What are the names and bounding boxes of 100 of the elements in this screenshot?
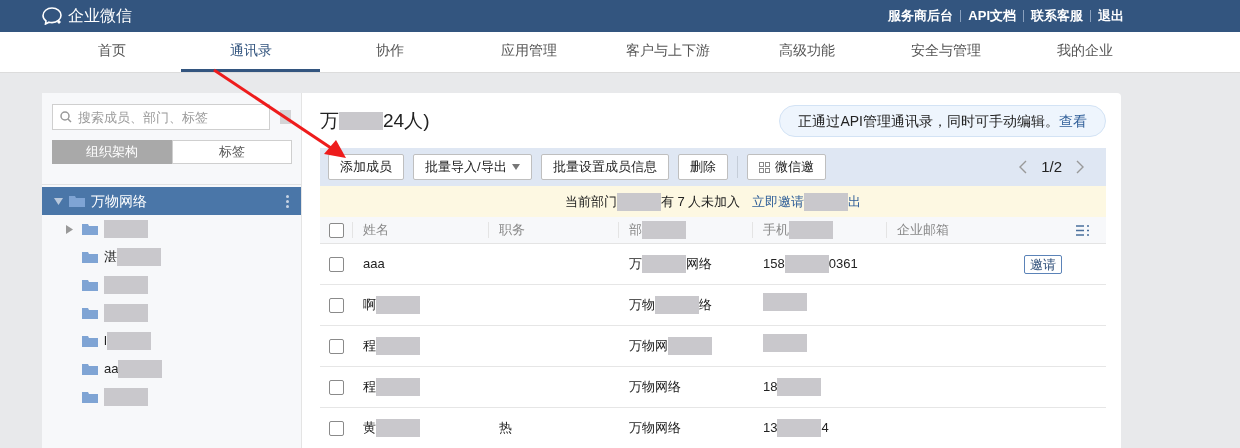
redaction-block — [668, 337, 712, 355]
redaction-block — [280, 110, 291, 124]
checkbox[interactable] — [328, 338, 344, 354]
folder-icon — [82, 251, 98, 263]
redaction-block — [376, 337, 420, 355]
checkbox[interactable] — [328, 379, 344, 395]
cell-text: 18 — [763, 378, 778, 397]
redaction-block — [777, 419, 822, 437]
tree-label: 万物网络 — [91, 191, 147, 211]
folder-icon — [82, 279, 98, 291]
cell-text: 程 — [363, 337, 376, 356]
nav-tab[interactable]: 客户与上下游 — [598, 32, 737, 72]
previous-icon[interactable] — [1019, 160, 1028, 174]
cell-text: 24人) — [383, 108, 430, 133]
redaction-block — [763, 293, 807, 312]
cell-text: 万物网络 — [629, 419, 681, 438]
header-link[interactable]: 服务商后台 — [888, 6, 954, 26]
cell-text: 13 — [763, 419, 778, 438]
tree-item[interactable]: 湛 — [42, 243, 301, 271]
nav-tab[interactable]: 高级功能 — [737, 32, 876, 72]
redaction-block — [784, 255, 829, 273]
view-link[interactable]: 查看 — [1059, 110, 1087, 132]
cell-text: 热 — [499, 419, 512, 438]
cell-text: 万物网 — [629, 337, 668, 356]
nav-tab[interactable]: 通讯录 — [181, 32, 320, 72]
cell-text: l — [104, 332, 107, 351]
caret-icon[interactable] — [54, 196, 63, 206]
header-link[interactable]: 退出 — [1098, 6, 1124, 26]
header-link[interactable]: 联系客服 — [1031, 6, 1083, 26]
header-link[interactable]: API文档 — [968, 6, 1016, 26]
notice-text: 正通过API管理通讯录，同时可手动编辑。 — [798, 111, 1059, 131]
redaction-block — [376, 419, 420, 437]
cell-text: 黄 — [363, 419, 376, 438]
cell-text: 络 — [699, 296, 712, 315]
folder-icon — [69, 195, 85, 207]
redaction-block — [104, 388, 148, 406]
redaction-block — [376, 378, 420, 396]
checkbox[interactable] — [328, 297, 344, 313]
redaction-block — [118, 360, 163, 378]
redaction-block — [339, 112, 383, 130]
redaction-block — [642, 255, 686, 273]
brand-name: 企业微信 — [68, 6, 132, 26]
segment-tab[interactable]: 标签 — [172, 140, 292, 164]
more-icon[interactable] — [286, 194, 289, 208]
cell-text: aa — [104, 360, 119, 379]
redaction-block — [376, 296, 420, 314]
redaction-block — [106, 332, 151, 350]
cell-text: 万 — [629, 255, 642, 274]
cell-text: 万物网络 — [629, 378, 681, 397]
tree-item[interactable]: aa — [42, 355, 301, 383]
folder-icon — [82, 307, 98, 319]
toolbar-button[interactable]: 批量导入/导出 — [413, 154, 532, 180]
nav-tab[interactable]: 应用管理 — [459, 32, 598, 72]
redaction-block — [104, 304, 148, 322]
tree-item[interactable]: 万物网络 — [42, 187, 301, 215]
redaction-block — [763, 334, 807, 353]
caret-icon — [511, 164, 520, 170]
redaction-block — [642, 221, 686, 239]
cell-text: 湛 — [104, 248, 117, 267]
toolbar-button[interactable]: 批量设置成员信息 — [540, 154, 669, 180]
folder-icon — [82, 223, 98, 235]
cell-text: 万 — [320, 108, 339, 133]
checkbox[interactable] — [328, 256, 344, 272]
next-icon[interactable] — [1076, 160, 1084, 174]
redaction-block — [655, 296, 699, 314]
nav-tab[interactable]: 协作 — [320, 32, 459, 72]
checkbox[interactable] — [328, 222, 344, 238]
cell-text: 职务 — [499, 221, 525, 240]
grid-icon — [758, 161, 770, 173]
page-indicator: 1/2 — [1041, 156, 1062, 177]
redaction-block — [804, 192, 849, 211]
cell-text: 啊 — [363, 296, 376, 315]
cell-text: 部 — [629, 221, 642, 240]
cell-text: 企业邮箱 — [897, 221, 949, 240]
nav-tab[interactable]: 我的企业 — [1015, 32, 1154, 72]
columns-icon[interactable] — [1076, 224, 1090, 236]
nav-tab[interactable]: 首页 — [42, 32, 181, 72]
folder-icon — [82, 391, 98, 403]
redaction-block — [104, 276, 148, 294]
caret-icon[interactable] — [66, 224, 74, 234]
cell-text: 手机 — [763, 221, 789, 240]
toolbar-button[interactable]: 添加成员 — [328, 154, 404, 180]
redaction-block — [616, 192, 661, 211]
tree-item[interactable]: l — [42, 327, 301, 355]
cell-text: 程 — [363, 378, 376, 397]
toolbar-button[interactable]: 删除 — [677, 154, 728, 180]
invite-button[interactable]: 邀请 — [1024, 254, 1062, 274]
chat-bubble-icon — [42, 7, 64, 25]
checkbox[interactable] — [328, 420, 344, 436]
redaction-block — [104, 220, 148, 238]
cell-text: 立即邀请 — [752, 192, 805, 211]
redaction-block — [789, 221, 833, 239]
nav-tab[interactable]: 安全与管理 — [876, 32, 1015, 72]
cell-text: 网络 — [686, 255, 712, 274]
folder-icon — [82, 363, 98, 375]
search-field[interactable]: 搜索成员、部门、标签 — [52, 104, 270, 130]
toolbar-button[interactable]: 微信邀 — [746, 154, 826, 180]
cell-text: 有 7 人未加入 — [660, 192, 741, 211]
cell-text: 出 — [848, 192, 862, 211]
folder-icon — [82, 335, 98, 347]
